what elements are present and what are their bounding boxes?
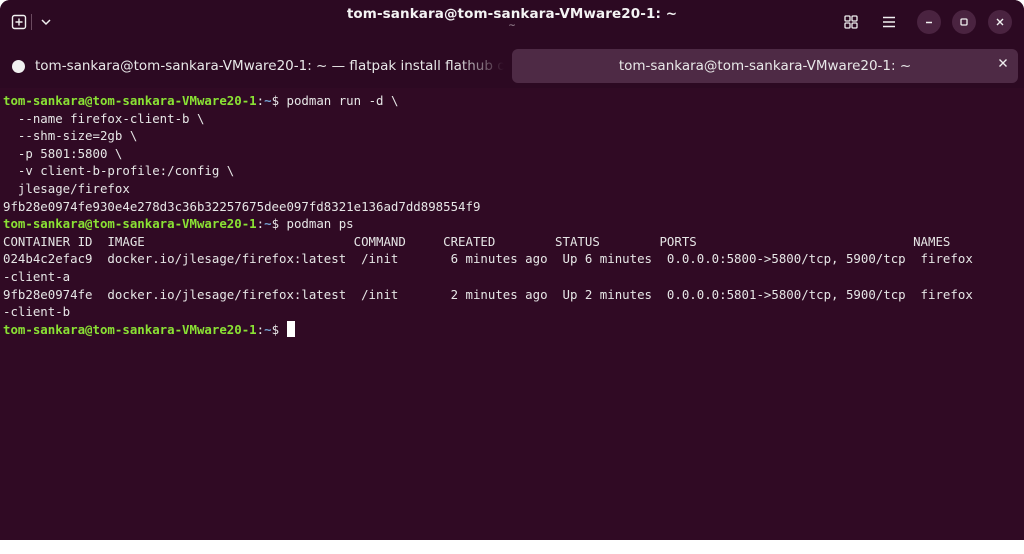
maximize-button[interactable]	[952, 10, 976, 34]
output-text: --name firefox-client-b \	[3, 110, 205, 126]
prompt-dollar: $	[271, 321, 280, 337]
prompt-user-host: tom-sankara@tom-sankara-VMware20-1	[3, 93, 257, 108]
close-icon	[999, 59, 1007, 67]
output-text: jlesage/firefox	[3, 180, 130, 196]
output-line: --name firefox-client-b \	[3, 110, 1021, 128]
tab-flatpak[interactable]: tom-sankara@tom-sankara-VMware20-1: ~ — …	[4, 49, 504, 83]
maximize-icon	[960, 18, 968, 26]
terminal-output[interactable]: tom-sankara@tom-sankara-VMware20-1:~$ po…	[3, 92, 1021, 532]
command-text: podman ps	[279, 216, 354, 232]
output-line: jlesage/firefox	[3, 180, 1021, 198]
prompt-dollar: $	[271, 93, 280, 108]
output-line: --shm-size=2gb \	[3, 127, 1021, 145]
hamburger-menu-icon	[883, 16, 895, 28]
window-title: tom-sankara@tom-sankara-VMware20-1: ~	[346, 6, 678, 22]
tab-active-terminal[interactable]: tom-sankara@tom-sankara-VMware20-1: ~	[512, 49, 1018, 83]
prompt-colon: :	[256, 93, 265, 108]
prompt-dollar: $	[271, 216, 280, 232]
main-menu-button[interactable]	[876, 9, 902, 35]
activity-indicator-icon	[12, 59, 25, 73]
tab-label: tom-sankara@tom-sankara-VMware20-1: ~	[618, 58, 912, 74]
output-text: 9fb28e0974fe930e4e278d3c36b32257675dee09…	[3, 198, 481, 214]
close-window-button[interactable]	[988, 10, 1012, 34]
output-text: -v client-b-profile:/config \	[3, 163, 235, 179]
tab-label: tom-sankara@tom-sankara-VMware20-1: ~ — …	[35, 58, 504, 74]
new-tab-icon	[11, 14, 27, 30]
new-tab-button[interactable]	[6, 9, 32, 35]
prompt-user-host: tom-sankara@tom-sankara-VMware20-1	[3, 216, 257, 232]
command-text: podman run -d \	[279, 93, 399, 108]
output-line: -client-a	[3, 268, 1021, 286]
prompt-colon: :	[256, 216, 265, 232]
minimize-icon	[926, 21, 932, 24]
text-cursor	[286, 320, 295, 337]
tab-bar: tom-sankara@tom-sankara-VMware20-1: ~ — …	[0, 44, 1024, 88]
output-line: 9fb28e0974fe930e4e278d3c36b32257675dee09…	[3, 198, 1021, 216]
output-line: -p 5801:5800 \	[3, 145, 1021, 163]
prompt-path: ~	[264, 321, 272, 337]
chevron-down-icon	[41, 19, 51, 26]
prompt-colon: :	[256, 321, 265, 337]
header-bar: tom-sankara@tom-sankara-VMware20-1: ~ ~	[0, 0, 1024, 44]
output-text: -client-b	[3, 304, 71, 320]
window-title-area: tom-sankara@tom-sankara-VMware20-1: ~ ~	[300, 6, 724, 31]
window-subtitle: ~	[508, 21, 516, 31]
prompt-line: tom-sankara@tom-sankara-VMware20-1:~$	[3, 320, 1021, 339]
output-text: -p 5801:5800 \	[3, 145, 123, 161]
prompt-line: tom-sankara@tom-sankara-VMware20-1:~$ po…	[3, 215, 1021, 233]
close-icon	[996, 18, 1004, 26]
grid-icon	[844, 15, 858, 29]
output-text: -client-a	[3, 268, 71, 284]
tab-dropdown-button[interactable]	[33, 9, 59, 35]
prompt-path: ~	[264, 93, 272, 108]
output-text: --shm-size=2gb \	[3, 128, 138, 144]
prompt-line: tom-sankara@tom-sankara-VMware20-1:~$ po…	[3, 92, 1021, 110]
prompt-path: ~	[264, 216, 272, 232]
terminal-window: tom-sankara@tom-sankara-VMware20-1: ~ ~	[0, 0, 1024, 540]
output-line: -v client-b-profile:/config \	[3, 162, 1021, 180]
command-text	[279, 322, 286, 337]
output-text: 024b4c2efac9 docker.io/jlesage/firefox:l…	[3, 251, 973, 267]
output-line: CONTAINER ID IMAGE COMMAND CREATED STATU…	[3, 233, 1021, 251]
output-text: CONTAINER ID IMAGE COMMAND CREATED STATU…	[3, 233, 951, 249]
header-separator	[31, 14, 32, 30]
prompt-user-host: tom-sankara@tom-sankara-VMware20-1	[3, 321, 257, 337]
close-tab-button[interactable]	[998, 57, 1008, 72]
output-line: 024b4c2efac9 docker.io/jlesage/firefox:l…	[3, 250, 1021, 268]
output-text: 9fb28e0974fe docker.io/jlesage/firefox:l…	[3, 286, 973, 302]
output-line: 9fb28e0974fe docker.io/jlesage/firefox:l…	[3, 286, 1021, 304]
minimize-button[interactable]	[917, 10, 941, 34]
view-tabs-button[interactable]	[838, 9, 864, 35]
output-line: -client-b	[3, 303, 1021, 321]
